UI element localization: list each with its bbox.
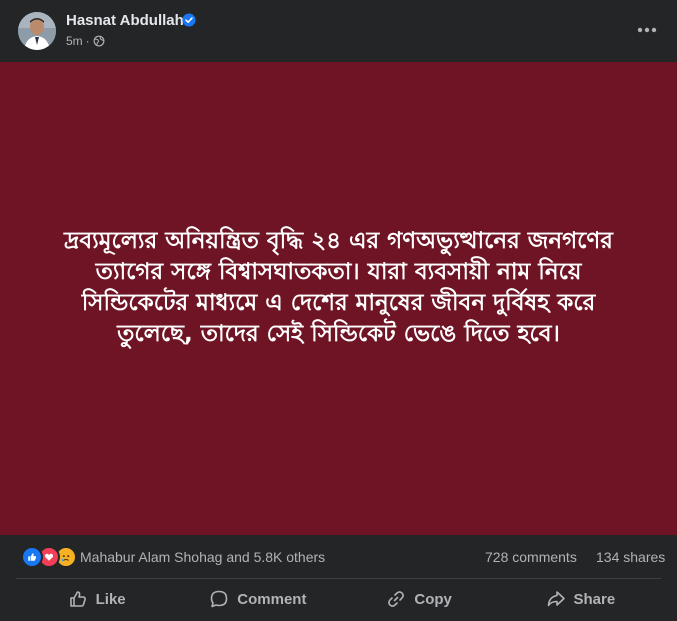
globe-icon[interactable] <box>93 35 105 47</box>
copy-button[interactable]: Copy <box>339 581 500 617</box>
comment-button[interactable]: Comment <box>177 581 338 617</box>
facebook-post: Hasnat Abdullah 5m · দ্রব্যমূল্যের অনিয়… <box>0 0 677 621</box>
post-actions: Like Comment Copy Share <box>16 581 661 617</box>
thumbs-up-icon <box>69 591 86 607</box>
share-arrow-icon <box>547 591 565 607</box>
copy-label: Copy <box>414 590 452 608</box>
more-horizontal-icon <box>637 27 657 33</box>
post-timestamp[interactable]: 5m <box>66 34 83 48</box>
link-icon <box>388 591 405 607</box>
share-button[interactable]: Share <box>500 581 661 617</box>
post-image[interactable]: দ্রব্যমূল্যের অনিয়ন্ত্রিত বৃদ্ধি ২৪ এর … <box>0 62 677 535</box>
like-reaction-icon <box>21 546 43 568</box>
comments-count[interactable]: 728 comments <box>485 549 577 565</box>
post-image-text: দ্রব্যমূল্যের অনিয়ন্ত্রিত বৃদ্ধি ২৪ এর … <box>64 227 613 347</box>
shares-count[interactable]: 134 shares <box>596 549 665 565</box>
post-stats: Mahabur Alam Shohag and 5.8K others 728 … <box>0 541 677 573</box>
more-options-button[interactable] <box>632 18 662 42</box>
like-button[interactable]: Like <box>16 581 177 617</box>
share-label: Share <box>573 590 616 608</box>
meta-separator: · <box>85 34 90 48</box>
verified-badge-icon <box>182 13 196 27</box>
reaction-icons[interactable] <box>21 546 77 568</box>
avatar-photo-icon <box>18 12 56 50</box>
post-header: Hasnat Abdullah 5m · <box>0 0 677 62</box>
comment-label: Comment <box>237 590 307 608</box>
comment-bubble-icon <box>210 590 228 608</box>
actions-divider <box>16 578 661 579</box>
post-meta: 5m · <box>66 34 105 48</box>
author-avatar[interactable] <box>18 12 56 50</box>
author-name[interactable]: Hasnat Abdullah <box>66 12 184 29</box>
like-label: Like <box>95 590 126 608</box>
reaction-names[interactable]: Mahabur Alam Shohag and 5.8K others <box>80 549 325 565</box>
